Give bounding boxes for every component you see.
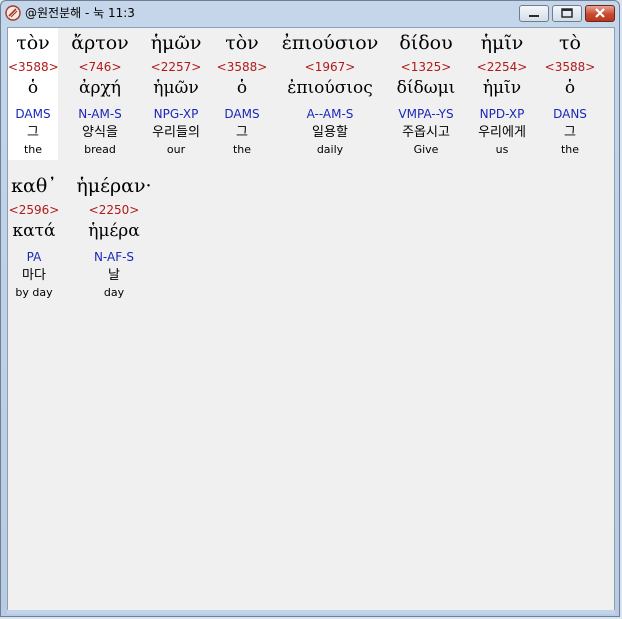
lemma: ὁ (27, 78, 39, 98)
strong-number[interactable]: <2250> (68, 201, 160, 219)
strong-number[interactable]: <2596> (8, 201, 60, 219)
korean-gloss: 우리들의 (152, 125, 200, 140)
strong-number[interactable]: <746> (62, 58, 138, 76)
word-column[interactable]: τὸν <3588> ὁ DAMS 그 the (8, 28, 59, 160)
english-gloss: our (166, 143, 186, 156)
interlinear-panel: τὸν <3588> ὁ DAMS 그 the ἄρτον <746> ἀρχή… (7, 27, 615, 611)
parsing-code: DANS (553, 107, 587, 121)
lemma: ἡμῶν (153, 78, 199, 98)
greek-word: δίδου (399, 32, 453, 54)
title-bar[interactable]: @원전분해 - 눅 11:3 (1, 1, 619, 25)
word-column[interactable]: ἄρτον <746> ἀρχή N-AM-S 양식을 bread (62, 28, 138, 160)
window-bottom-border (7, 610, 615, 614)
parsing-code: N-AF-S (93, 250, 135, 264)
korean-gloss: 날 (108, 268, 120, 283)
window-title: @원전분해 - 눅 11:3 (25, 6, 135, 20)
minimize-button[interactable] (519, 5, 549, 22)
greek-word: τὸ (559, 32, 581, 54)
english-gloss: the (560, 143, 580, 156)
korean-gloss: 마다 (22, 268, 46, 283)
greek-word: ἡμῖν (480, 32, 524, 54)
lemma: κατά (12, 221, 56, 241)
lemma: δίδωμι (396, 78, 456, 98)
english-gloss: the (23, 143, 43, 156)
greek-word: ἐπιούσιον (281, 32, 379, 54)
korean-gloss: 주옵시고 (402, 125, 450, 140)
strong-number[interactable]: <3588> (542, 58, 598, 76)
english-gloss: by day (15, 286, 53, 299)
word-column[interactable]: τὸ <3588> ὁ DANS 그 the (542, 28, 598, 160)
lemma: ἡμῖν (482, 78, 522, 98)
parsing-code: NPG-XP (153, 107, 199, 121)
lemma: ὁ (236, 78, 248, 98)
strong-number[interactable]: <1325> (390, 58, 462, 76)
korean-gloss: 양식을 (82, 125, 118, 140)
english-gloss: bread (84, 143, 116, 156)
strong-number[interactable]: <2257> (140, 58, 212, 76)
greek-word: καθ᾽ (11, 175, 57, 197)
strong-number[interactable]: <3588> (8, 58, 59, 76)
lemma: ἡμέρα (88, 221, 140, 241)
strong-number[interactable]: <3588> (214, 58, 270, 76)
korean-gloss: 일용할 (312, 125, 348, 140)
korean-gloss: 그 (27, 125, 39, 140)
lemma: ἀρχή (79, 78, 121, 98)
bible-app-icon (5, 5, 21, 21)
greek-word: ἡμέραν· (76, 175, 152, 197)
parsing-code: DAMS (15, 107, 51, 121)
parsing-code: N-AM-S (78, 107, 122, 121)
english-gloss: us (495, 143, 509, 156)
word-column[interactable]: τὸν <3588> ὁ DAMS 그 the (214, 28, 270, 160)
english-gloss: the (232, 143, 252, 156)
greek-word: τὸν (225, 32, 259, 54)
app-window: @원전분해 - 눅 11:3 τὸν <3588> ὁ DAMS 그 the ἄ… (0, 0, 620, 617)
greek-word: ἡμῶν (150, 32, 202, 54)
word-column[interactable]: ἐπιούσιον <1967> ἐπιούσιος A--AM-S 일용할 d… (272, 28, 388, 160)
greek-word: ἄρτον (71, 32, 129, 54)
word-column[interactable]: δίδου <1325> δίδωμι VMPA--YS 주옵시고 Give (390, 28, 462, 160)
lemma: ὁ (564, 78, 576, 98)
parsing-code: NPD-XP (479, 107, 525, 121)
korean-gloss: 그 (564, 125, 576, 140)
maximize-button[interactable] (552, 5, 582, 22)
english-gloss: Give (413, 143, 439, 156)
korean-gloss: 우리에게 (478, 125, 526, 140)
parsing-code: DAMS (224, 107, 260, 121)
lemma: ἐπιούσιος (287, 78, 373, 98)
korean-gloss: 그 (236, 125, 248, 140)
strong-number[interactable]: <1967> (272, 58, 388, 76)
maximize-icon (561, 8, 573, 18)
greek-word: τὸν (16, 32, 50, 54)
minimize-icon (529, 15, 539, 17)
word-column[interactable]: ἡμῶν <2257> ἡμῶν NPG-XP 우리들의 our (140, 28, 212, 160)
word-column[interactable]: ἡμῖν <2254> ἡμῖν NPD-XP 우리에게 us (466, 28, 538, 160)
parsing-code: VMPA--YS (398, 107, 454, 121)
word-column[interactable]: ἡμέραν· <2250> ἡμέρα N-AF-S 날 day (68, 171, 160, 303)
close-button[interactable] (585, 5, 615, 22)
parsing-code: PA (26, 250, 42, 264)
close-icon (595, 8, 605, 18)
parsing-code: A--AM-S (306, 107, 354, 121)
word-column[interactable]: καθ᾽ <2596> κατά PA 마다 by day (8, 171, 60, 303)
english-gloss: daily (316, 143, 344, 156)
english-gloss: day (103, 286, 125, 299)
strong-number[interactable]: <2254> (466, 58, 538, 76)
